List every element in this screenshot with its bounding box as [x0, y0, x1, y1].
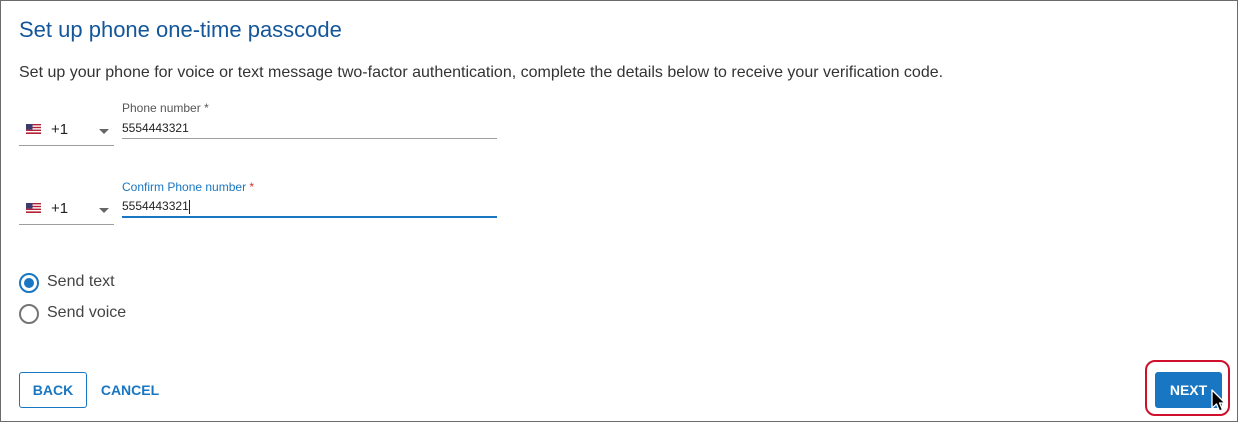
send-voice-label: Send voice	[47, 304, 127, 321]
phone-number-label: Phone number *	[122, 101, 209, 115]
confirm-phone-number-label: Confirm Phone number *	[122, 180, 254, 194]
us-flag-icon	[26, 203, 41, 213]
dialog-panel: Set up phone one-time passcode Set up yo…	[0, 0, 1238, 422]
phone-number-label-text: Phone number	[122, 101, 201, 115]
mouse-pointer-icon	[1211, 389, 1226, 412]
radio-unchecked-icon	[19, 304, 39, 324]
required-mark: *	[204, 101, 209, 115]
chevron-down-icon	[99, 208, 109, 213]
required-mark: *	[249, 180, 255, 194]
phone-number-input[interactable]	[122, 117, 497, 139]
country-code-select[interactable]: +1	[19, 119, 114, 146]
page-title: Set up phone one-time passcode	[19, 17, 342, 42]
country-code-value: +1	[51, 121, 69, 138]
confirm-country-code-select[interactable]: +1	[19, 198, 114, 225]
us-flag-icon	[26, 124, 41, 134]
confirm-country-code-value: +1	[51, 200, 69, 217]
confirm-phone-number-input[interactable]	[122, 196, 497, 218]
back-button[interactable]: BACK	[19, 372, 87, 408]
text-cursor	[189, 200, 190, 214]
page-description: Set up your phone for voice or text mess…	[19, 64, 944, 81]
cancel-button[interactable]: CANCEL	[99, 372, 161, 408]
chevron-down-icon	[99, 129, 109, 134]
confirm-phone-number-label-text: Confirm Phone number	[122, 180, 247, 194]
radio-checked-icon	[19, 273, 39, 293]
send-text-label: Send text	[47, 273, 115, 290]
